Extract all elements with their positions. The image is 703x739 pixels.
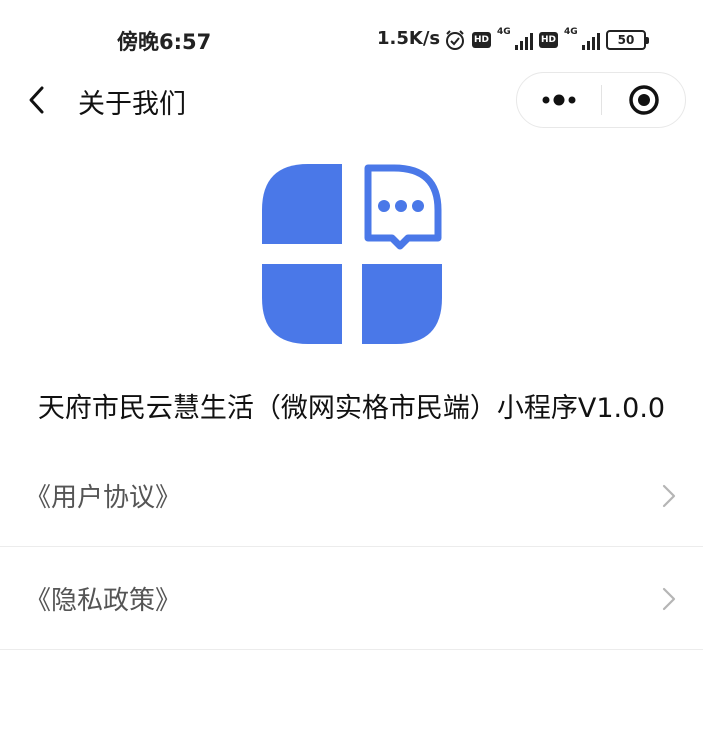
list-item-user-agreement[interactable]: 《用户协议》	[0, 444, 703, 547]
battery-icon: 50	[606, 30, 649, 50]
list-item-privacy-policy[interactable]: 《隐私政策》	[0, 547, 703, 650]
list-item-label: 《用户协议》	[25, 483, 182, 513]
status-time: 傍晚6:57	[117, 30, 212, 54]
close-target-icon	[629, 85, 659, 115]
miniprogram-capsule	[516, 72, 686, 128]
hd-icon: HD	[472, 32, 491, 48]
agreement-list: 《用户协议》 《隐私政策》	[0, 444, 703, 650]
status-icons: HD 4G HD 4G 50	[444, 27, 649, 53]
status-bar: 傍晚6:57 1.5K/s HD 4G HD 4G 50	[0, 0, 703, 80]
network-speed: 1.5K/s	[377, 28, 441, 49]
alarm-icon	[446, 30, 464, 50]
page-title: 关于我们	[78, 89, 186, 120]
back-button[interactable]	[24, 82, 54, 118]
network-type-label: 4G	[564, 27, 578, 37]
signal-icon: 4G	[497, 27, 533, 51]
list-item-label: 《隐私政策》	[25, 586, 182, 616]
back-chevron-icon	[29, 86, 44, 114]
signal-icon: 4G	[564, 27, 600, 51]
nav-bar: 关于我们	[0, 70, 703, 132]
chevron-right-icon	[662, 484, 676, 508]
app-name: 天府市民云慧生活（微网实格市民端）小程序V1.0.0	[37, 393, 666, 424]
hd-icon: HD	[539, 32, 558, 48]
close-button[interactable]	[602, 73, 686, 127]
network-type-label: 4G	[497, 27, 511, 37]
chevron-right-icon	[662, 587, 676, 611]
more-button[interactable]	[517, 73, 601, 127]
more-dots-icon	[542, 94, 576, 106]
app-logo-icon	[262, 164, 442, 344]
